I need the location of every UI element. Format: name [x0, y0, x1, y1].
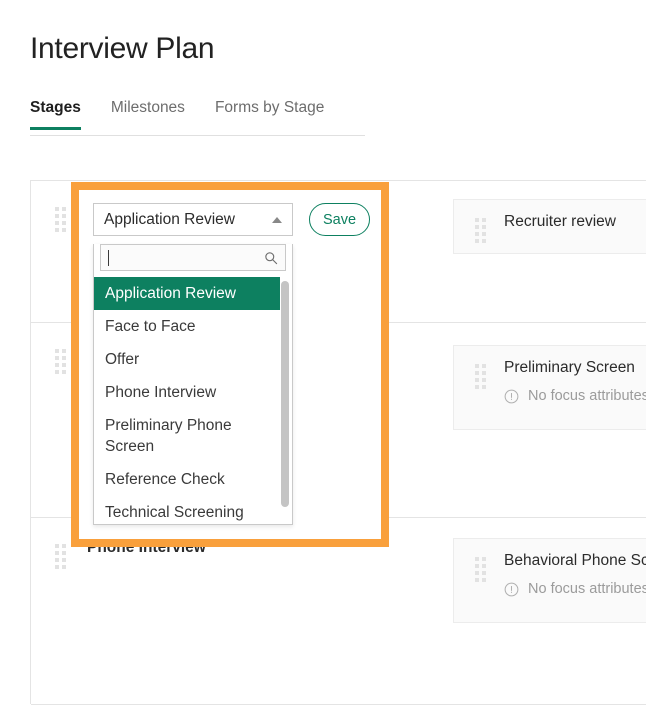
- caret-up-icon: [272, 216, 282, 223]
- interview-card[interactable]: Behavioral Phone Screen No focus attribu…: [453, 538, 646, 623]
- card-note: No focus attributes: [504, 388, 646, 404]
- card-title: Behavioral Phone Screen: [504, 552, 646, 569]
- card-note: No focus attributes: [504, 581, 646, 597]
- card-body: Preliminary Screen No focus attributes: [504, 359, 646, 404]
- card-title: Preliminary Screen: [504, 359, 635, 376]
- interview-card[interactable]: Preliminary Screen No focus attributes: [453, 345, 646, 430]
- card-note-text: No focus attributes: [528, 388, 646, 404]
- info-circle-icon: [504, 389, 519, 403]
- stage-option[interactable]: Offer: [94, 343, 276, 376]
- stage-select: Application Review Application Review Fa…: [93, 203, 293, 525]
- tab-forms-by-stage[interactable]: Forms by Stage: [215, 99, 324, 129]
- card-body: Recruiter review: [504, 213, 616, 231]
- dropdown-scrollbar[interactable]: [280, 277, 290, 524]
- tab-stages[interactable]: Stages: [30, 99, 81, 130]
- drag-handle-icon[interactable]: [55, 349, 66, 374]
- interview-card[interactable]: Recruiter review: [453, 199, 646, 254]
- stage-select-value: Application Review: [104, 210, 235, 228]
- stage-option[interactable]: Application Review: [94, 277, 280, 310]
- card-note-text: No focus attributes: [528, 581, 646, 597]
- search-icon: [265, 251, 278, 264]
- card-body: Behavioral Phone Screen No focus attribu…: [504, 552, 646, 597]
- stage-select-trigger[interactable]: Application Review: [93, 203, 293, 236]
- tab-milestones[interactable]: Milestones: [111, 99, 185, 129]
- save-button[interactable]: Save: [309, 203, 370, 236]
- drag-handle-icon[interactable]: [475, 364, 486, 389]
- stage-select-dropdown: Application Review Face to Face Offer Ph…: [93, 244, 293, 525]
- info-circle-icon: [504, 582, 519, 596]
- stage-option-list: Application Review Face to Face Offer Ph…: [94, 277, 292, 524]
- stage-option[interactable]: Reference Check: [94, 463, 276, 496]
- drag-handle-icon[interactable]: [475, 218, 486, 243]
- drag-handle-icon[interactable]: [55, 544, 66, 569]
- drag-handle-icon[interactable]: [55, 207, 66, 232]
- stage-option[interactable]: Face to Face: [94, 310, 276, 343]
- stage-option[interactable]: Preliminary Phone Screen: [94, 409, 276, 463]
- stage-search-input[interactable]: [100, 244, 286, 271]
- stage-option[interactable]: Phone Interview: [94, 376, 276, 409]
- tab-bar: Stages Milestones Forms by Stage: [30, 99, 365, 136]
- text-cursor: [108, 249, 109, 266]
- card-title: Recruiter review: [504, 213, 616, 230]
- stage-option[interactable]: Technical Screening: [94, 496, 276, 524]
- drag-handle-icon[interactable]: [475, 557, 486, 582]
- page-title: Interview Plan: [30, 32, 215, 65]
- dropdown-scrollbar-thumb[interactable]: [281, 281, 289, 507]
